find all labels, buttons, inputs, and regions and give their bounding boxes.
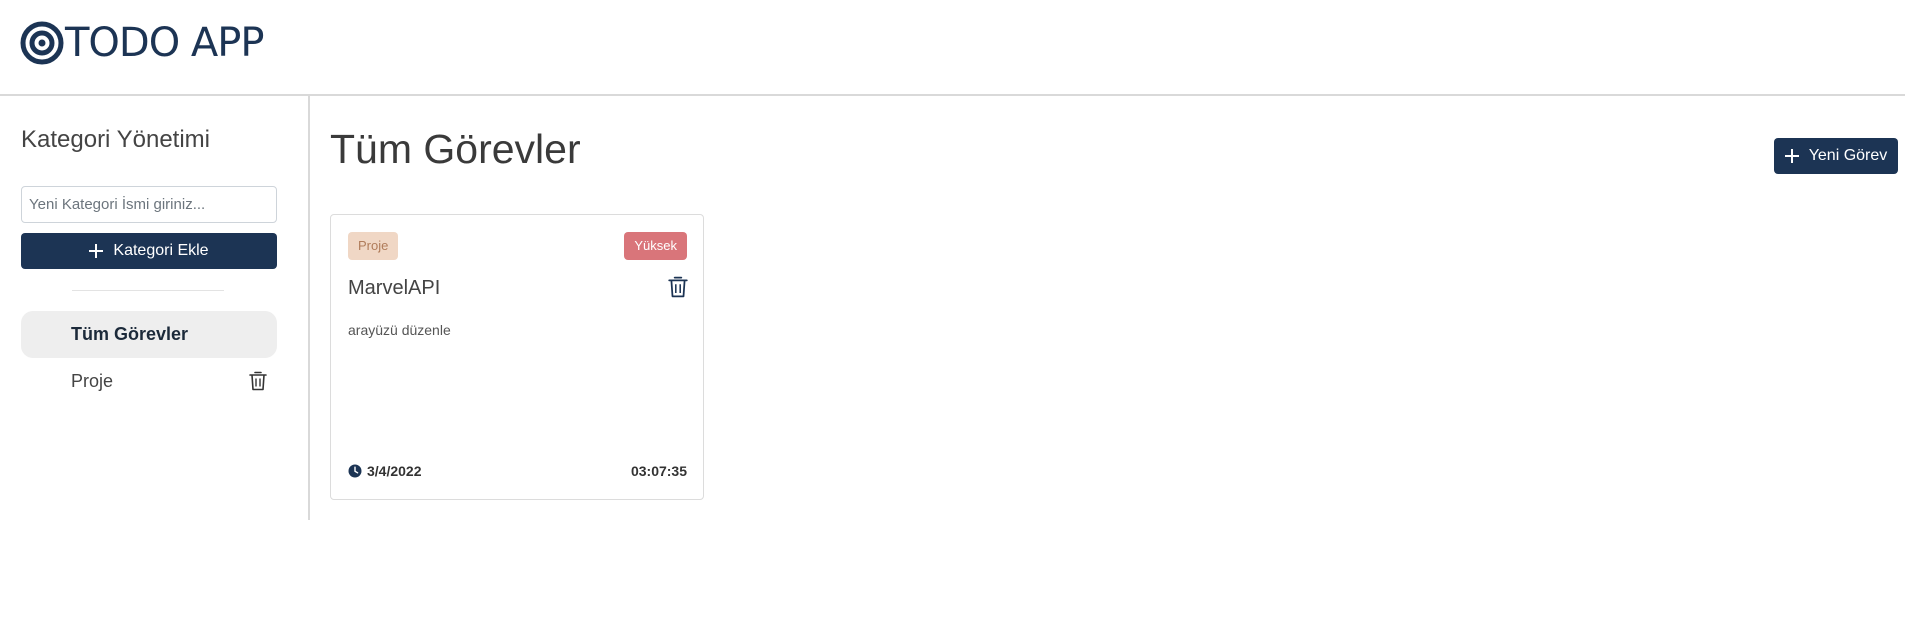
- app-logo[interactable]: TODO APP: [20, 20, 265, 66]
- task-description: arayüzü düzenle: [348, 322, 451, 338]
- task-card[interactable]: Proje Yüksek MarvelAPI arayüzü düzenle 3…: [330, 214, 704, 500]
- clock-icon: [348, 464, 362, 478]
- sidebar-item-label: Tüm Görevler: [71, 324, 189, 344]
- task-time: 03:07:35: [630, 463, 687, 479]
- sidebar-item-proje[interactable]: Proje: [21, 358, 277, 405]
- task-priority-badge: Yüksek: [624, 232, 687, 260]
- delete-category-trash-icon[interactable]: [249, 371, 267, 391]
- app-logo-text: TODO APP: [65, 20, 265, 66]
- sidebar-divider: [72, 290, 224, 291]
- sidebar-item-all-tasks[interactable]: Tüm Görevler: [21, 311, 277, 358]
- sidebar-item-label: Proje: [71, 371, 114, 391]
- delete-task-trash-icon[interactable]: [668, 276, 688, 298]
- sidebar-title: Kategori Yönetimi: [21, 126, 210, 153]
- add-category-label: Kategori Ekle: [113, 242, 209, 259]
- task-date: 3/4/2022: [348, 463, 422, 479]
- task-category-badge: Proje: [348, 232, 399, 260]
- plus-icon: [89, 244, 104, 258]
- task-title: MarvelAPI: [348, 277, 441, 299]
- category-sidebar: Kategori Yönetimi Kategori Ekle Tüm Göre…: [0, 96, 310, 520]
- plus-icon: [1784, 149, 1799, 163]
- add-category-button[interactable]: Kategori Ekle: [21, 233, 277, 269]
- target-icon: [20, 21, 64, 65]
- new-task-label: Yeni Görev: [1808, 147, 1888, 164]
- new-task-button[interactable]: Yeni Görev: [1774, 138, 1898, 174]
- page-title: Tüm Görevler: [330, 126, 581, 172]
- app-header: TODO APP: [0, 0, 1905, 96]
- task-date-text: 3/4/2022: [367, 463, 422, 479]
- category-name-input[interactable]: [21, 186, 277, 223]
